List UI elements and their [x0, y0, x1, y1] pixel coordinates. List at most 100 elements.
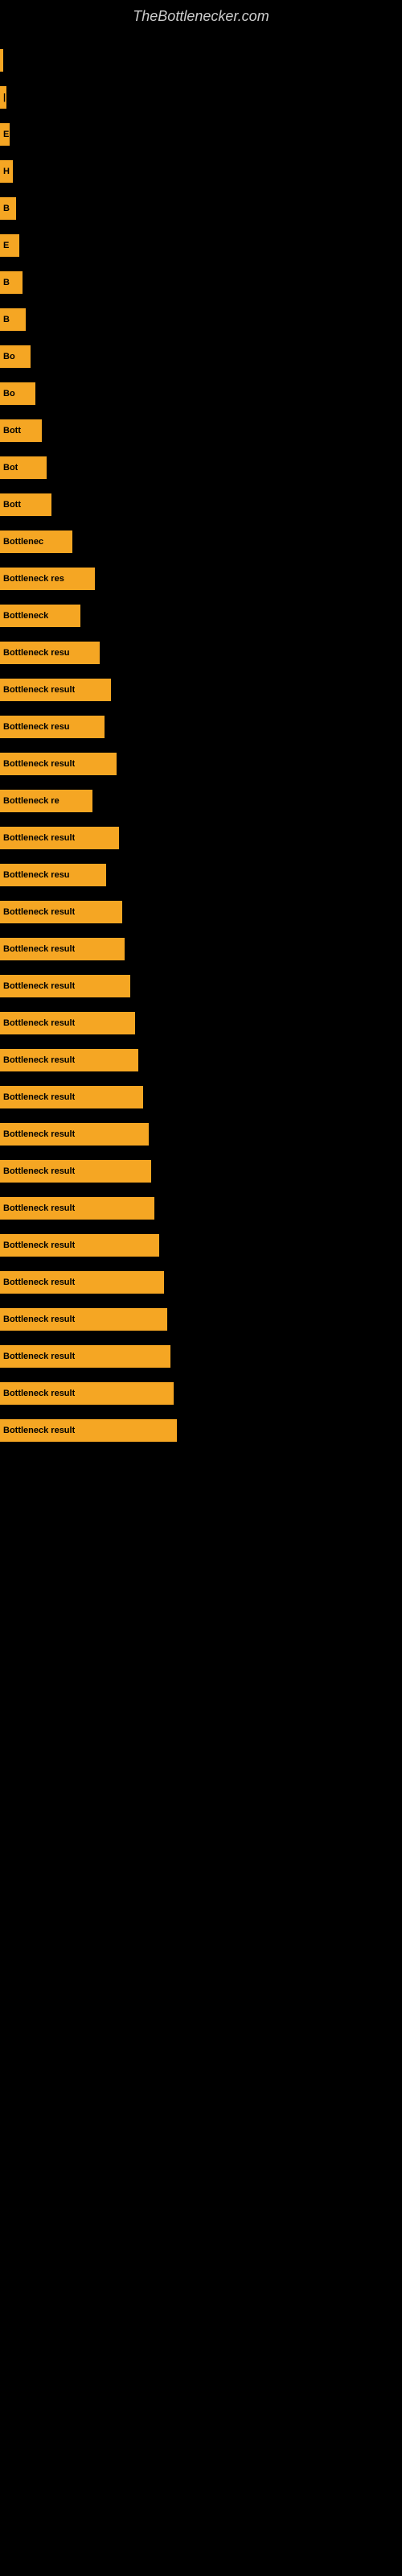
bar-label: Bottleneck result: [3, 944, 75, 954]
bar-row: Bottleneck result: [0, 897, 402, 927]
result-bar: E: [0, 234, 19, 257]
bar-row: Bottleneck result: [0, 971, 402, 1001]
bar-label: Bottleneck result: [3, 981, 75, 991]
result-bar: Bo: [0, 382, 35, 405]
bar-label: Bottleneck result: [3, 1426, 75, 1435]
result-bar: E: [0, 123, 10, 146]
bar-row: Bottleneck resu: [0, 638, 402, 668]
result-bar: Bottleneck resu: [0, 716, 105, 738]
bar-label: Bottlenec: [3, 537, 43, 547]
result-bar: Bott: [0, 493, 51, 516]
bar-label: Bottleneck result: [3, 1018, 75, 1028]
result-bar: Bottleneck result: [0, 1197, 154, 1220]
bar-row: B: [0, 304, 402, 335]
bar-label: Bottleneck result: [3, 833, 75, 843]
bar-label: E: [3, 130, 9, 139]
bar-row: Bott: [0, 489, 402, 520]
bar-label: Bottleneck result: [3, 1389, 75, 1398]
bar-row: Bot: [0, 452, 402, 483]
bar-row: Bottleneck re: [0, 786, 402, 816]
bar-row: Bottleneck resu: [0, 712, 402, 742]
result-bar: Bottlenec: [0, 530, 72, 553]
result-bar: Bottleneck resu: [0, 864, 106, 886]
result-bar: Bottleneck result: [0, 1049, 138, 1071]
bar-label: Bottleneck result: [3, 1278, 75, 1287]
bar-row: Bott: [0, 415, 402, 446]
bar-row: Bo: [0, 378, 402, 409]
result-bar: Bottleneck result: [0, 827, 119, 849]
bar-row: Bottleneck result: [0, 1008, 402, 1038]
result-bar: Bottleneck res: [0, 568, 95, 590]
result-bar: B: [0, 271, 23, 294]
bar-label: Bottleneck result: [3, 1203, 75, 1213]
bar-row: Bottleneck result: [0, 1267, 402, 1298]
result-bar: |: [0, 49, 3, 72]
bar-row: Bottleneck result: [0, 1341, 402, 1372]
bar-row: Bottlenec: [0, 526, 402, 557]
result-bar: Bottleneck re: [0, 790, 92, 812]
bar-label: |: [3, 93, 6, 102]
result-bar: B: [0, 197, 16, 220]
bar-label: Bo: [3, 389, 15, 398]
bar-row: Bottleneck result: [0, 1082, 402, 1113]
result-bar: Bottleneck result: [0, 679, 111, 701]
bar-label: Bottleneck result: [3, 1129, 75, 1139]
bar-row: |: [0, 82, 402, 113]
bar-row: Bottleneck result: [0, 1193, 402, 1224]
result-bar: H: [0, 160, 13, 183]
bar-row: Bottleneck result: [0, 1304, 402, 1335]
bar-label: Bottleneck result: [3, 907, 75, 917]
result-bar: B: [0, 308, 26, 331]
result-bar: Bottleneck result: [0, 1345, 170, 1368]
bar-row: B: [0, 193, 402, 224]
bar-label: Bottleneck result: [3, 1166, 75, 1176]
result-bar: Bottleneck result: [0, 1234, 159, 1257]
bar-row: B: [0, 267, 402, 298]
bar-label: Bot: [3, 463, 18, 473]
bar-label: Bottleneck resu: [3, 722, 70, 732]
bar-label: E: [3, 241, 9, 250]
bar-label: Bottleneck resu: [3, 870, 70, 880]
bar-label: Bo: [3, 352, 15, 361]
bar-row: Bottleneck result: [0, 1045, 402, 1075]
bar-label: Bottleneck result: [3, 1315, 75, 1324]
bar-label: B: [3, 315, 10, 324]
bar-row: Bottleneck result: [0, 675, 402, 705]
result-bar: Bottleneck result: [0, 1123, 149, 1146]
result-bar: Bott: [0, 419, 42, 442]
bar-row: Bo: [0, 341, 402, 372]
bar-row: Bottleneck resu: [0, 860, 402, 890]
bar-row: Bottleneck res: [0, 564, 402, 594]
result-bar: Bottleneck result: [0, 975, 130, 997]
bar-label: B: [3, 204, 10, 213]
bar-row: Bottleneck result: [0, 749, 402, 779]
site-title: TheBottlenecker.com: [0, 0, 402, 29]
bar-label: Bottleneck: [3, 611, 48, 621]
bar-row: Bottleneck result: [0, 934, 402, 964]
bar-label: Bottleneck result: [3, 1352, 75, 1361]
bar-row: E: [0, 119, 402, 150]
result-bar: Bottleneck result: [0, 938, 125, 960]
bar-label: Bottleneck result: [3, 759, 75, 769]
result-bar: Bottleneck resu: [0, 642, 100, 664]
result-bar: Bottleneck result: [0, 1308, 167, 1331]
result-bar: Bottleneck result: [0, 901, 122, 923]
bar-label: Bottleneck result: [3, 1092, 75, 1102]
bar-label: Bott: [3, 426, 21, 436]
bar-row: |: [0, 45, 402, 76]
bar-row: Bottleneck result: [0, 1230, 402, 1261]
bar-label: Bottleneck re: [3, 796, 59, 806]
result-bar: Bottleneck result: [0, 1271, 164, 1294]
bar-label: B: [3, 278, 10, 287]
bar-row: Bottleneck: [0, 601, 402, 631]
bars-container: | | E H B E B B Bo Bo Bott Bot Bott Bottlenec Bottlene…: [0, 29, 402, 1452]
bar-row: Bottleneck result: [0, 1156, 402, 1187]
bar-row: H: [0, 156, 402, 187]
bar-row: E: [0, 230, 402, 261]
result-bar: Bottleneck result: [0, 1419, 177, 1442]
bar-label: Bottleneck resu: [3, 648, 70, 658]
bar-label: Bott: [3, 500, 21, 510]
bar-label: Bottleneck result: [3, 1055, 75, 1065]
result-bar: Bottleneck result: [0, 753, 117, 775]
result-bar: Bottleneck result: [0, 1382, 174, 1405]
